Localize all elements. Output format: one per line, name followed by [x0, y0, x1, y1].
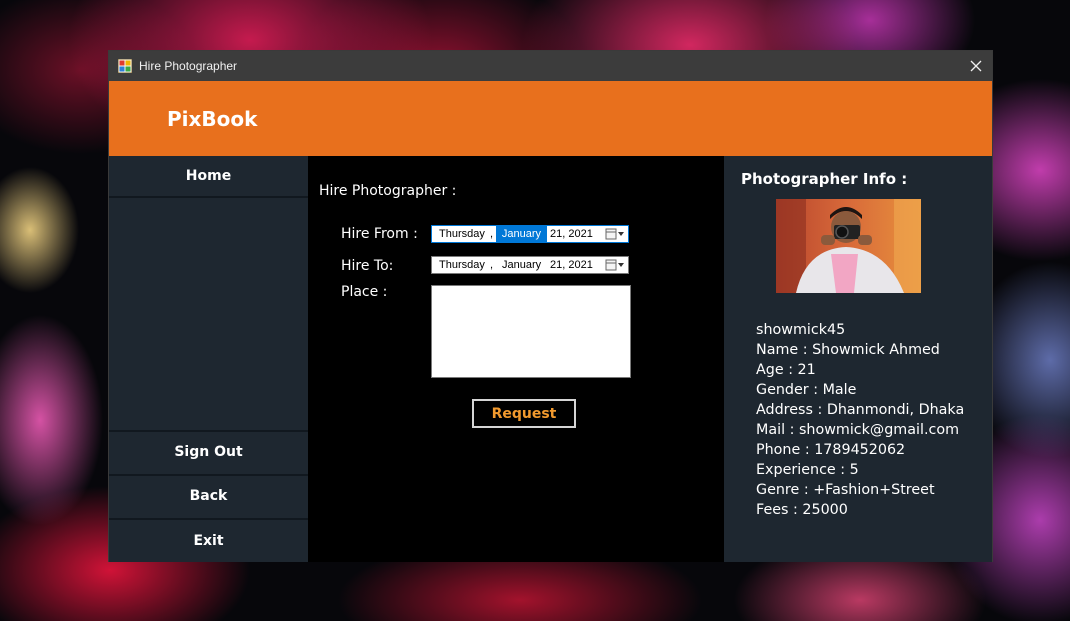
- hire-to-datepicker[interactable]: Thursday , January 21, 2021: [431, 256, 629, 274]
- info-age: Age : 21: [756, 362, 816, 378]
- hire-to-weekday: Thursday: [439, 259, 485, 271]
- info-phone: Phone : 1789452062: [756, 442, 906, 458]
- place-textarea[interactable]: [431, 285, 631, 378]
- request-button[interactable]: Request: [472, 399, 576, 428]
- app-window: Hire Photographer PixBook Home Sign Out …: [108, 50, 993, 562]
- hire-from-day-year: 21, 2021: [550, 228, 593, 240]
- info-address: Address : Dhanmondi, Dhaka: [756, 402, 965, 418]
- window-title: Hire Photographer: [139, 59, 238, 73]
- info-username: showmick45: [756, 322, 846, 338]
- hire-from-datepicker[interactable]: Thursday , January 21, 2021: [431, 225, 629, 243]
- hire-to-separator: ,: [490, 259, 494, 271]
- hire-from-month: January: [496, 226, 547, 242]
- close-icon: [970, 60, 982, 72]
- info-fees: Fees : 25000: [756, 502, 848, 518]
- info-title: Photographer Info :: [741, 170, 908, 188]
- exit-button[interactable]: Exit: [109, 518, 308, 562]
- sidebar: Home Sign Out Back Exit: [109, 156, 308, 562]
- app-icon: [118, 59, 132, 73]
- brand-logo: PixBook: [167, 107, 258, 131]
- place-label: Place :: [341, 284, 388, 300]
- info-mail: Mail : showmick@gmail.com: [756, 422, 960, 438]
- photographer-details: showmick45 Name : Showmick Ahmed Age : 2…: [756, 320, 964, 520]
- info-genre: Genre : +Fashion+Street: [756, 482, 935, 498]
- hire-from-weekday: Thursday: [439, 228, 485, 240]
- photographer-photo: [776, 199, 921, 293]
- info-gender: Gender : Male: [756, 382, 857, 398]
- hire-to-label: Hire To:: [341, 258, 394, 274]
- home-button[interactable]: Home: [109, 156, 308, 198]
- info-experience: Experience : 5: [756, 462, 859, 478]
- hire-form: Hire Photographer : Hire From : Thursday…: [308, 156, 724, 562]
- photographer-info-panel: Photographer Info : showmick45 Name: Sh…: [724, 156, 992, 562]
- calendar-dropdown-icon[interactable]: [604, 258, 626, 272]
- hire-from-label: Hire From :: [341, 226, 418, 242]
- close-button[interactable]: [960, 51, 992, 81]
- hire-to-day-year: 21, 2021: [550, 259, 593, 271]
- title-bar: Hire Photographer: [109, 51, 992, 81]
- hire-from-separator: ,: [490, 228, 494, 240]
- hire-to-month: January: [502, 259, 542, 271]
- form-title: Hire Photographer :: [319, 183, 457, 199]
- sign-out-button[interactable]: Sign Out: [109, 430, 308, 472]
- back-button[interactable]: Back: [109, 474, 308, 516]
- calendar-dropdown-icon[interactable]: [604, 227, 626, 241]
- info-name: Name : Showmick Ahmed: [756, 342, 940, 358]
- app-header: PixBook: [109, 81, 992, 156]
